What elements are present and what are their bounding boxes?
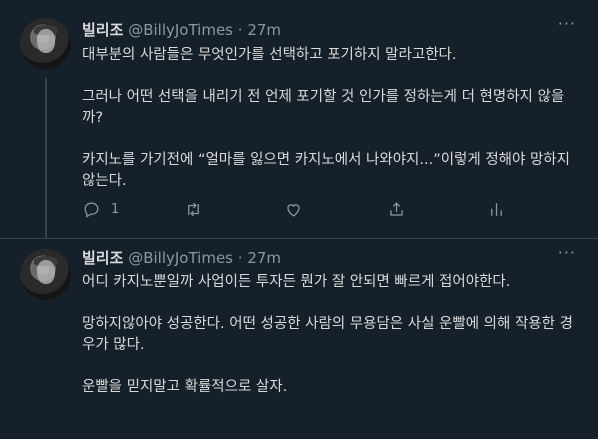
analytics-icon <box>491 203 502 216</box>
tweet-paragraph: 운빨을 믿지말고 확률적으로 살자. <box>82 379 288 395</box>
tweet-header: 빌리조 @BillyJoTimes · 27m <box>82 20 281 40</box>
thread-line <box>45 78 47 238</box>
like-icon <box>287 204 300 217</box>
share-icon <box>390 202 403 216</box>
retweet-icon <box>188 202 199 217</box>
tweet-actions: 1 <box>82 200 522 222</box>
author-name[interactable]: 빌리조 <box>82 21 123 39</box>
reply-count: 1 <box>111 202 120 217</box>
author-handle[interactable]: @BillyJoTimes <box>128 249 233 267</box>
tweet-paragraph: 어디 카지노뿐일까 사업이든 투자든 뭔가 잘 안되면 빠르게 접어야한다. <box>82 274 511 290</box>
tweet[interactable]: 빌리조 @BillyJoTimes · 27m ··· 대부분의 사람들은 무엇… <box>0 0 598 238</box>
share-button[interactable] <box>387 200 406 219</box>
timestamp[interactable]: 27m <box>247 21 281 39</box>
reply-icon <box>84 202 99 218</box>
separator: · <box>237 21 243 39</box>
reply-button[interactable]: 1 <box>82 200 119 219</box>
like-button[interactable] <box>284 200 303 219</box>
tweet-paragraph: 망하지않아야 성공한다. 어떤 성공한 사람의 무용담은 사실 운빨에 의해 작… <box>82 316 573 353</box>
tweet-header: 빌리조 @BillyJoTimes · 27m <box>82 248 281 268</box>
tweet-paragraph: 카지노를 가기전에 “얼마를 잃으면 카지노에서 나와야지...”이렇게 정해야… <box>82 152 570 189</box>
separator: · <box>237 249 243 267</box>
author-handle[interactable]: @BillyJoTimes <box>128 21 233 39</box>
more-options-icon[interactable]: ··· <box>558 14 576 33</box>
tweet-paragraph: 대부분의 사람들은 무엇인가를 선택하고 포기하지 말라고한다. <box>82 47 457 63</box>
tweet-text: 어디 카지노뿐일까 사업이든 투자든 뭔가 잘 안되면 빠르게 접어야한다. 망… <box>82 272 582 419</box>
analytics-button[interactable] <box>487 200 506 219</box>
retweet-button[interactable] <box>184 200 203 219</box>
avatar[interactable] <box>20 18 71 69</box>
tweet-paragraph: 그러나 어떤 선택을 내리기 전 언제 포기할 것 인가를 정하는게 더 현명하… <box>82 89 565 126</box>
tweet-text: 대부분의 사람들은 무엇인가를 선택하고 포기하지 말라고한다. 그러나 어떤 … <box>82 45 582 213</box>
tweet[interactable]: 빌리조 @BillyJoTimes · 27m ··· 어디 카지노뿐일까 사업… <box>0 238 598 439</box>
author-name[interactable]: 빌리조 <box>82 249 123 267</box>
more-options-icon[interactable]: ··· <box>558 243 576 262</box>
timestamp[interactable]: 27m <box>247 249 281 267</box>
avatar[interactable] <box>20 249 71 300</box>
